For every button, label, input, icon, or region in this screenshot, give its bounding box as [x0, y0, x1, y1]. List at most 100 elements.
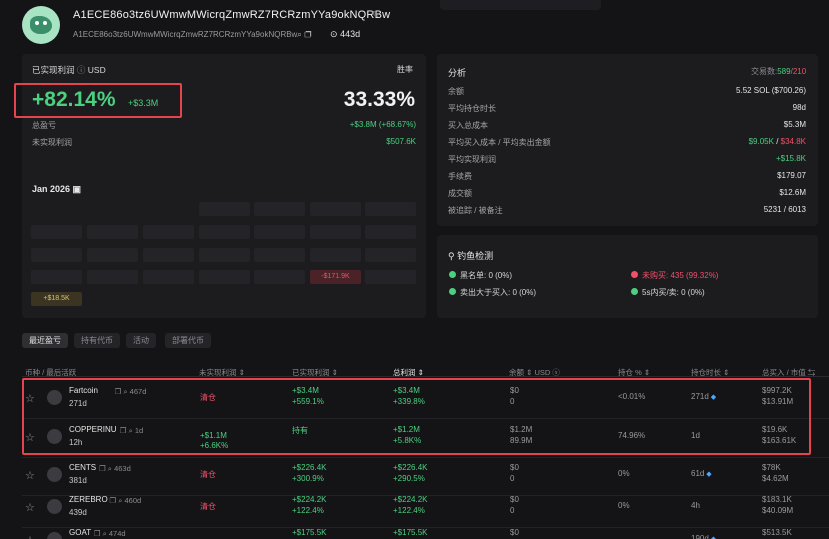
calendar-day-cell[interactable]: [254, 225, 305, 239]
star-icon[interactable]: ☆: [25, 501, 35, 514]
analysis-value: $9.05K / $34.8K: [748, 137, 806, 146]
calendar-day-cell[interactable]: [310, 248, 361, 262]
analysis-value: 98d: [792, 103, 806, 112]
calendar-day-cell[interactable]: [199, 270, 250, 284]
winrate-value: 33.33%: [343, 88, 415, 111]
token-name: CENTS: [69, 463, 97, 472]
total-buy: $183.1K: [762, 495, 792, 504]
hold-percent: 0%: [618, 501, 630, 510]
token-name: ZEREBRO: [69, 495, 108, 504]
calendar-day-cell[interactable]: [199, 248, 250, 262]
tab-recent-pnl[interactable]: 最近盈亏: [22, 333, 68, 348]
balance-amount: 0: [510, 474, 515, 483]
pencil-icon[interactable]: ✎: [371, 10, 379, 21]
calendar-day-cell[interactable]: [310, 202, 361, 216]
calendar-day-cell[interactable]: [31, 248, 82, 262]
wallet-header: A1ECE86o3tz6UWmwMWicrqZmwRZ7RCRzmYYa9okN…: [0, 0, 829, 50]
winrate-label: 胜率: [397, 65, 413, 74]
calendar-day-cell[interactable]: [143, 270, 194, 284]
follow-count: ⊙ 443d: [330, 29, 360, 40]
realized-pct: +300.9%: [292, 474, 324, 483]
calendar-month[interactable]: Jan 2026 ▣: [32, 184, 81, 195]
highlight-box-rows: [22, 378, 811, 455]
total-value: +$224.2K: [393, 495, 428, 504]
table-row[interactable]: ☆ GOAT❐ ⌕ 474d +$175.5K +$175.5K $0 190d ◆ $51…: [0, 522, 829, 539]
analysis-label: 买入总成本: [448, 121, 488, 130]
calendar-day-cell[interactable]: [365, 202, 416, 216]
token-name: GOAT: [69, 528, 92, 537]
star-icon[interactable]: ☆: [25, 534, 35, 539]
analysis-value: +$15.8K: [775, 154, 806, 163]
hold-time: 190d ◆: [691, 534, 716, 539]
analysis-value: 5.52 SOL ($700.26): [736, 86, 806, 95]
copy-icon[interactable]: ❐: [305, 29, 312, 39]
diamond-icon: ◆: [704, 471, 712, 478]
realized-pnl-label: 已实现利润 ⓘ USD: [32, 65, 106, 75]
realized-pct: +122.4%: [292, 506, 324, 515]
hold-time: 4h: [691, 501, 700, 510]
calendar-day-cell[interactable]: [87, 270, 138, 284]
analysis-label: 手续费: [448, 172, 472, 181]
search-copy-icons[interactable]: ⌕ ❐: [297, 29, 311, 40]
search-icon[interactable]: ⌕: [297, 29, 302, 39]
analysis-value: 5231 / 6013: [763, 205, 806, 214]
calendar-day-cell[interactable]: [143, 225, 194, 239]
calendar-day-cell[interactable]: [365, 270, 416, 284]
unrealized-value: 清仓: [200, 470, 216, 479]
calendar-day-cell[interactable]: [87, 225, 138, 239]
total-pct: +290.5%: [393, 474, 425, 483]
top-search-bar[interactable]: [440, 0, 601, 10]
calendar-day-cell[interactable]: [199, 225, 250, 239]
trades-win: 589: [777, 67, 791, 76]
market-cap: $4.62M: [762, 474, 789, 483]
calendar-day-cell[interactable]: [199, 202, 250, 216]
fast-trade-stat: 5s内买/卖: 0 (0%): [642, 288, 705, 297]
status-dot-green: [449, 288, 456, 295]
calendar-day-cell[interactable]: [31, 225, 82, 239]
status-dot-green: [631, 288, 638, 295]
tab-holdings[interactable]: 持有代币: [74, 333, 120, 348]
hook-icon: ⚲: [448, 251, 455, 261]
calendar-day-cell[interactable]: [254, 270, 305, 284]
total-buy: $78K: [762, 463, 781, 472]
token-age: ❐ ⌕ 474d: [93, 529, 126, 538]
balance-usd: $0: [510, 495, 519, 504]
wallet-address-sub: A1ECE86o3tz6UWmwMWicrqZmwRZ7RCRzmYYa9okN…: [73, 30, 298, 39]
fishing-title: ⚲ 钓鱼检测: [448, 251, 494, 261]
unrealized-value: $507.6K: [386, 137, 416, 146]
star-icon[interactable]: ☆: [25, 469, 35, 482]
trades-count: 交易数:589/210: [751, 67, 807, 76]
balance-usd: $0: [510, 463, 519, 472]
unbought-stat: 未购买: 435 (99.32%): [642, 271, 719, 280]
highlight-box-pnl: [14, 83, 182, 118]
token-age: ❐ ⌕ 463d: [99, 464, 131, 473]
calendar-day-cell[interactable]: [254, 202, 305, 216]
last-active: 439d: [69, 508, 87, 517]
analysis-label: 被追踪 / 被备注: [448, 206, 503, 215]
balance-usd: $0: [510, 528, 519, 537]
calendar-day-cell[interactable]: [365, 248, 416, 262]
calendar-day-cell[interactable]: [87, 248, 138, 262]
trades-loss: 210: [792, 67, 807, 76]
total-value: +$226.4K: [393, 463, 428, 472]
tab-activity[interactable]: 活动: [126, 333, 156, 348]
calendar-day-cell[interactable]: +$18.5K: [31, 292, 82, 306]
calendar-day-cell[interactable]: [310, 225, 361, 239]
status-dot-red: [631, 271, 638, 278]
calendar-day-cell[interactable]: [365, 225, 416, 239]
calendar-day-cell[interactable]: [254, 248, 305, 262]
table-divider: [22, 376, 829, 377]
currency-label: USD: [87, 65, 106, 75]
calendar-day-cell[interactable]: -$171.9K: [310, 270, 361, 284]
calendar-day-cell[interactable]: [31, 270, 82, 284]
analysis-value: $5.3M: [783, 120, 806, 129]
follow-value: 443d: [340, 29, 361, 39]
calendar-day-cell[interactable]: [143, 248, 194, 262]
avatar: [22, 6, 60, 44]
token-icon: [47, 467, 62, 482]
tab-deployed[interactable]: 部署代币: [165, 333, 211, 348]
realized-value: +$226.4K: [292, 463, 327, 472]
token-age: ❐ ⌕ 460d: [109, 496, 142, 505]
analysis-label: 平均买入成本 / 平均卖出金额: [448, 138, 551, 147]
calendar-icon[interactable]: ▣: [73, 184, 82, 194]
